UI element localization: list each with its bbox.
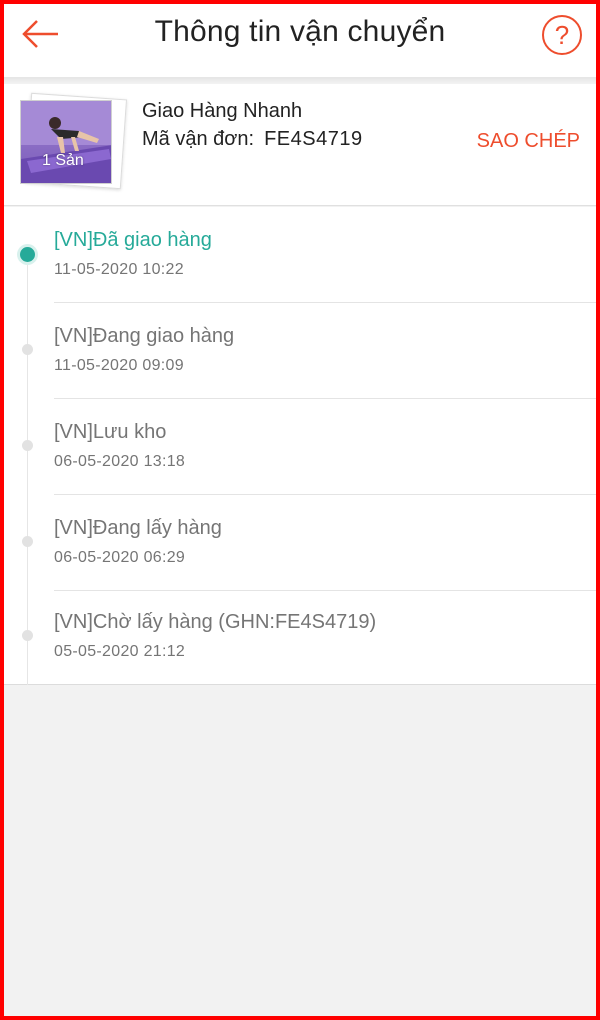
status-dot-icon xyxy=(22,630,33,641)
status-dot-icon xyxy=(22,440,33,451)
timeline-event: [VN]Chờ lấy hàng (GHN:FE4S4719) 05-05-20… xyxy=(0,589,600,685)
thumbnail-count: 1 Sản xyxy=(42,152,84,169)
timeline-event: [VN]Lưu kho 06-05-2020 13:18 xyxy=(0,399,600,495)
event-status: [VN]Lưu kho xyxy=(54,421,167,443)
event-time: 11-05-2020 10:22 xyxy=(54,261,184,278)
carrier-name: Giao Hàng Nhanh xyxy=(142,100,303,122)
event-time: 06-05-2020 13:18 xyxy=(54,453,186,470)
status-dot-icon xyxy=(20,247,35,262)
event-status: [VN]Chờ lấy hàng (GHN:FE4S4719) xyxy=(54,611,377,633)
event-status: [VN]Đang giao hàng xyxy=(54,325,235,347)
tracking-timeline: [VN]Đã giao hàng 11-05-2020 10:22 [VN]Đa… xyxy=(0,207,600,685)
tracking-label: Mã vận đơn: xyxy=(142,128,255,150)
timeline-event: [VN]Đã giao hàng 11-05-2020 10:22 xyxy=(0,207,600,303)
tracking-code: FE4S4719 xyxy=(264,128,363,150)
question-circle-icon: ? xyxy=(554,19,570,50)
event-time: 11-05-2020 09:09 xyxy=(54,357,184,374)
event-time: 06-05-2020 06:29 xyxy=(54,549,186,566)
status-dot-icon xyxy=(22,536,33,547)
help-button[interactable]: ? xyxy=(542,15,582,55)
copy-button[interactable]: SAO CHÉP xyxy=(477,130,580,153)
status-dot-icon xyxy=(22,344,33,355)
event-status: [VN]Đang lấy hàng xyxy=(54,517,222,539)
shipment-card: 1 Sản Giao Hàng Nhanh Mã vận đơn: FE4S471… xyxy=(0,84,600,206)
product-thumbnail[interactable]: 1 Sản xyxy=(20,92,128,192)
product-image xyxy=(20,100,112,184)
app-header: Thông tin vận chuyển ? xyxy=(0,0,600,78)
timeline-event: [VN]Đang lấy hàng 06-05-2020 06:29 xyxy=(0,495,600,591)
event-time: 05-05-2020 21:12 xyxy=(54,643,186,660)
tracking-number: Mã vận đơn: FE4S4719 xyxy=(142,128,363,151)
page-title: Thông tin vận chuyển xyxy=(154,15,446,48)
yoga-photo-illustration xyxy=(21,101,111,183)
event-status: [VN]Đã giao hàng xyxy=(54,229,212,251)
timeline-event: [VN]Đang giao hàng 11-05-2020 09:09 xyxy=(0,303,600,399)
